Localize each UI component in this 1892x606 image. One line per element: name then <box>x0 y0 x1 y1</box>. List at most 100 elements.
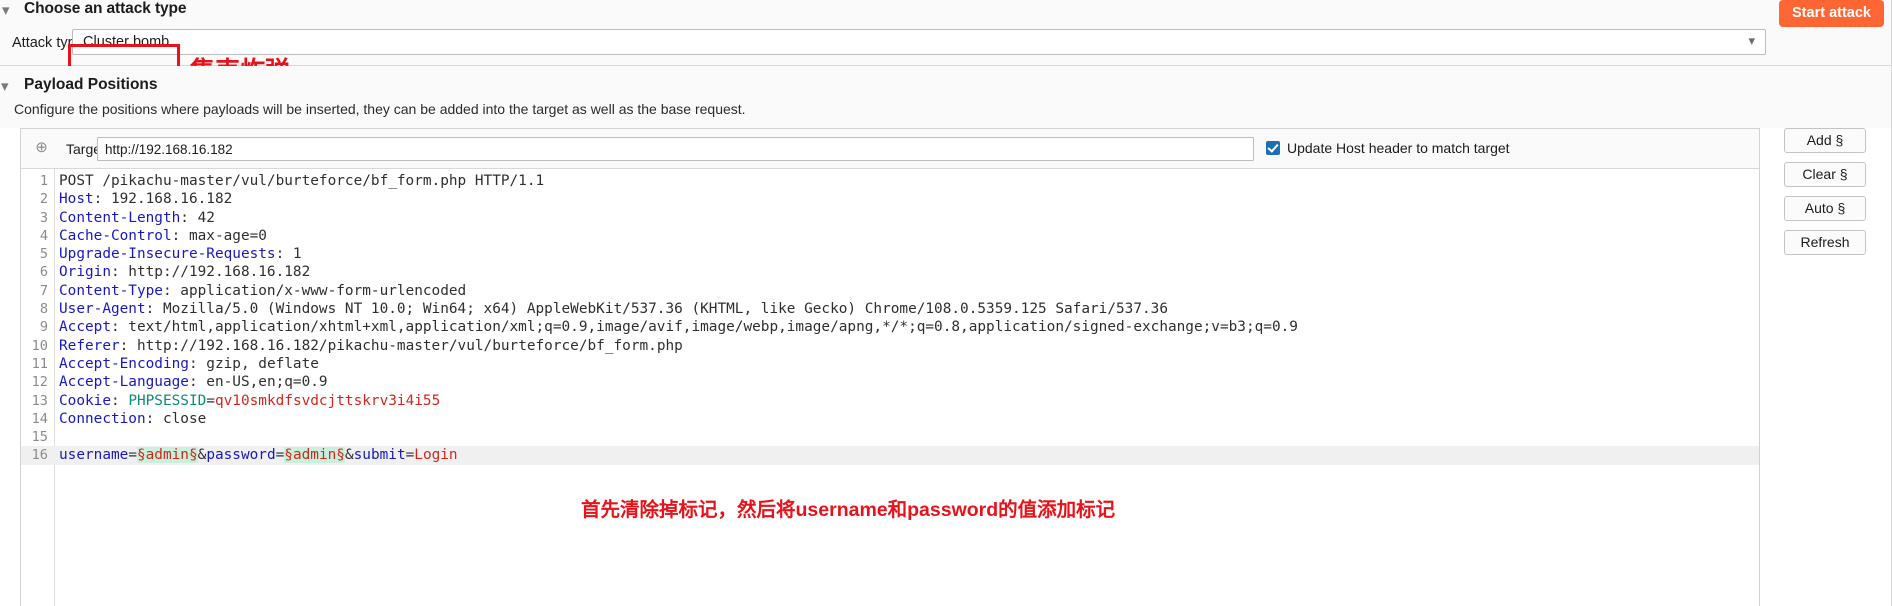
code-segment: : 1 <box>275 246 302 263</box>
request-line: 12 Accept-Language: en-US,en;q=0.9 <box>21 373 1759 391</box>
request-line: 1 POST /pikachu-master/vul/burteforce/bf_… <box>21 172 1759 190</box>
line-number: 9 <box>39 319 48 336</box>
update-host-checkbox[interactable] <box>1266 141 1280 155</box>
chevron-down-icon[interactable]: ▾ <box>1 77 9 95</box>
code-segment: Content-Type <box>59 282 163 299</box>
burp-intruder-positions-screen: ▾ Choose an attack type Attack type: Clu… <box>0 0 1892 606</box>
code-segment: = <box>275 447 285 464</box>
code-segment: Host <box>59 191 94 208</box>
request-line: 11 Accept-Encoding: gzip, deflate <box>21 355 1759 373</box>
line-text: Content-Length: 42 <box>59 209 215 227</box>
request-line: 16 username=§admin§&password=§admin§&subm… <box>21 446 1759 465</box>
request-line: 7 Content-Type: application/x-www-form-ur… <box>21 282 1759 300</box>
line-text: username=§admin§&password=§admin§&submit… <box>59 446 458 464</box>
line-number: 4 <box>39 227 48 244</box>
code-segment: = <box>128 447 137 464</box>
code-segment: : text/html,application/xhtml+xml,applic… <box>110 319 1298 336</box>
code-segment: Origin <box>59 264 111 281</box>
clear-section-button[interactable]: Clear § <box>1784 162 1866 187</box>
line-number: 7 <box>39 282 48 299</box>
line-number: 11 <box>31 355 48 372</box>
request-line: 8 User-Agent: Mozilla/5.0 (Windows NT 10.… <box>21 300 1759 318</box>
request-lines: 1 POST /pikachu-master/vul/burteforce/bf_… <box>21 172 1759 465</box>
code-segment: Accept-Language <box>59 374 189 391</box>
line-text: Host: 192.168.16.182 <box>59 190 232 208</box>
code-segment: Upgrade-Insecure-Requests <box>59 246 276 263</box>
update-host-label: Update Host header to match target <box>1287 140 1510 156</box>
refresh-button[interactable]: Refresh <box>1784 230 1866 255</box>
code-segment: : http://192.168.16.182 <box>110 264 311 281</box>
line-text: Cache-Control: max-age=0 <box>59 227 267 245</box>
auto-section-button[interactable]: Auto § <box>1784 196 1866 221</box>
line-text: Origin: http://192.168.16.182 <box>59 263 310 281</box>
payload-positions-header: ▾ Payload Positions Configure the positi… <box>0 66 1892 128</box>
line-text: POST /pikachu-master/vul/burteforce/bf_f… <box>59 172 544 190</box>
line-text: Upgrade-Insecure-Requests: 1 <box>59 245 302 263</box>
code-segment: : en-US,en;q=0.9 <box>188 374 328 391</box>
target-row: ⊕ Target: Update Host header to match ta… <box>21 129 1759 169</box>
line-number: 5 <box>39 246 48 263</box>
line-text: Accept: text/html,application/xhtml+xml,… <box>59 318 1298 336</box>
code-segment: Accept <box>59 319 111 336</box>
payload-positions-description: Configure the positions where payloads w… <box>14 101 746 117</box>
code-segment: Accept-Encoding <box>59 355 189 372</box>
target-input[interactable] <box>97 137 1254 161</box>
code-segment: Login <box>414 447 458 464</box>
attack-type-section: ▾ Choose an attack type Attack type: Clu… <box>0 0 1892 85</box>
chevron-down-icon[interactable]: ▾ <box>2 1 10 19</box>
attack-type-section-title: Choose an attack type <box>24 0 187 17</box>
code-segment: submit <box>353 447 406 464</box>
code-segment: password <box>206 447 276 464</box>
code-segment: Referer <box>59 337 120 354</box>
code-segment: : application/x-www-form-urlencoded <box>162 282 467 299</box>
line-text: Accept-Encoding: gzip, deflate <box>59 355 319 373</box>
request-line: 9 Accept: text/html,application/xhtml+xml… <box>21 318 1759 336</box>
line-text: Connection: close <box>59 410 206 428</box>
code-segment: = <box>405 447 415 464</box>
line-number: 14 <box>31 410 48 427</box>
line-number: 15 <box>31 429 48 446</box>
code-segment: : Mozilla/5.0 (Windows NT 10.0; Win64; x… <box>145 301 1168 318</box>
line-text: Content-Type: application/x-www-form-url… <box>59 282 466 300</box>
request-line: 14 Connection: close <box>21 410 1759 428</box>
line-number: 6 <box>39 264 48 281</box>
annotation-payload-marker-cn: 首先清除掉标记，然后将username和password的值添加标记 <box>581 499 1116 521</box>
code-segment: qv10smkdfsvdcjttskrv3i4i55 <box>214 392 441 409</box>
crosshair-icon: ⊕ <box>35 139 48 156</box>
attack-type-selected-value: Cluster bomb <box>83 34 170 50</box>
request-line: 13 Cookie: PHPSESSID=qv10smkdfsvdcjttskrv… <box>21 392 1759 410</box>
line-number: 1 <box>39 173 48 189</box>
payload-marker: §admin§ <box>284 447 345 464</box>
code-segment: Connection <box>59 410 146 427</box>
code-segment: & <box>197 447 207 464</box>
code-segment: : close <box>145 410 207 427</box>
chevron-down-icon: ▾ <box>1748 33 1755 48</box>
payload-positions-title: Payload Positions <box>24 76 158 93</box>
code-segment: : <box>110 392 129 409</box>
line-number: 8 <box>39 301 48 318</box>
line-number: 2 <box>39 191 48 208</box>
code-segment: username <box>59 447 129 464</box>
request-code-area[interactable]: 1 POST /pikachu-master/vul/burteforce/bf_… <box>21 169 1759 606</box>
line-number: 16 <box>31 447 48 464</box>
line-text: Cookie: PHPSESSID=qv10smkdfsvdcjttskrv3i… <box>59 392 440 410</box>
request-line: 15 <box>21 428 1759 446</box>
request-line: 10 Referer: http://192.168.16.182/pikachu… <box>21 337 1759 355</box>
request-line: 3 Content-Length: 42 <box>21 209 1759 227</box>
line-text: Referer: http://192.168.16.182/pikachu-m… <box>59 337 683 355</box>
code-segment: : 192.168.16.182 <box>93 191 233 208</box>
line-number: 12 <box>31 374 48 391</box>
line-text: Accept-Language: en-US,en;q=0.9 <box>59 373 328 391</box>
start-attack-button[interactable]: Start attack <box>1779 0 1884 27</box>
code-segment: : gzip, deflate <box>188 355 319 372</box>
attack-type-row: Attack type: Cluster bomb ▾ 集束炸弹 <box>0 26 1892 85</box>
request-line: 2 Host: 192.168.16.182 <box>21 190 1759 208</box>
line-number: 10 <box>31 337 48 354</box>
code-segment: User-Agent <box>59 301 146 318</box>
payload-marker: §admin§ <box>136 447 198 464</box>
request-line: 6 Origin: http://192.168.16.182 <box>21 263 1759 281</box>
code-segment: : http://192.168.16.182/pikachu-master/v… <box>119 337 683 354</box>
line-text: User-Agent: Mozilla/5.0 (Windows NT 10.0… <box>59 300 1168 318</box>
add-section-button[interactable]: Add § <box>1784 128 1866 153</box>
attack-type-select[interactable]: Cluster bomb ▾ <box>72 29 1766 55</box>
